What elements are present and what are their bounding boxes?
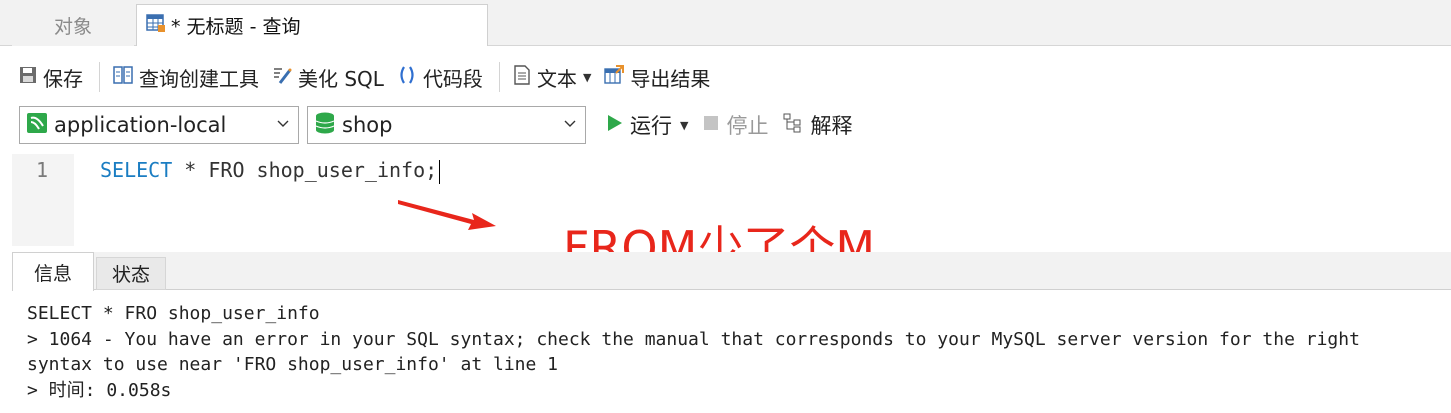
explain-button[interactable]: 解释 [782,110,852,140]
export-results-label: 导出结果 [630,66,711,91]
sql-code-line[interactable]: SELECT * FRO shop_user_info; [100,158,441,184]
stop-label: 停止 [726,114,769,138]
database-icon [314,111,336,140]
run-label: 运行 [630,114,672,138]
save-button[interactable]: 保存 [18,63,83,92]
chevron-down-icon [564,120,576,127]
sql-code-rest: * FRO shop_user_info; [172,158,438,182]
result-tab-bar: 信息 状态 [12,252,1451,291]
tab-query-label: * 无标题 - 查询 [171,16,301,38]
annotation-arrow-icon [398,200,496,230]
toolbar-divider [99,62,100,92]
text-cursor [439,159,441,184]
stop-icon [702,113,720,137]
query-grid-icon [145,12,167,39]
result-line-error-cont: syntax to use near 'FRO shop_user_info' … [27,354,559,375]
code-snippet-icon [396,64,418,91]
connection-row: application-local shop 运行 ▼ 停止 解释 [0,104,1451,146]
text-view-label: 文本 [536,66,577,91]
code-snippet-label: 代码段 [422,66,483,91]
export-results-icon [603,64,625,91]
code-snippet-button[interactable]: 代码段 [396,63,483,92]
line-number-gutter: 1 [12,154,74,246]
beautify-brush-icon [271,64,293,91]
database-value: shop [342,113,393,137]
tab-query-untitled[interactable]: * 无标题 - 查询 [136,4,488,46]
mysql-connection-icon [26,112,48,139]
chevron-down-icon[interactable]: ▼ [680,119,688,132]
tab-info-label: 信息 [33,262,72,285]
query-toolbar: 保存 查询创建工具 美化 SQL 代码段 文本 ▼ 导出结果 [0,56,1451,98]
result-line-query: SELECT * FRO shop_user_info [27,303,320,324]
tab-status-label: 状态 [111,264,150,286]
connection-select[interactable]: application-local [19,106,299,144]
beautify-sql-button[interactable]: 美化 SQL [271,63,384,92]
chevron-down-icon [277,120,289,127]
tab-objects[interactable]: 对象 [12,4,134,46]
query-builder-icon [112,64,134,91]
export-results-button[interactable]: 导出结果 [603,63,710,92]
line-number: 1 [35,158,49,182]
save-icon [18,65,38,90]
explain-label: 解释 [810,114,853,138]
sql-keyword-select: SELECT [100,158,173,182]
result-line-error: > 1064 - You have an error in your SQL s… [27,328,1360,350]
text-document-icon [512,64,532,91]
tab-status[interactable]: 状态 [96,257,166,290]
run-button[interactable]: 运行 ▼ [606,110,688,140]
beautify-sql-label: 美化 SQL [298,66,384,91]
text-view-button[interactable]: 文本 ▼ [512,63,591,92]
database-select[interactable]: shop [307,106,586,144]
explain-tree-icon [782,112,804,139]
save-label: 保存 [43,66,83,91]
query-builder-label: 查询创建工具 [139,66,259,91]
play-icon [606,113,624,138]
result-line-time: > 时间: 0.058s [27,379,172,401]
query-builder-button[interactable]: 查询创建工具 [112,63,259,92]
chevron-down-icon[interactable]: ▼ [583,71,591,84]
toolbar-divider [498,62,500,92]
editor-tab-bar: 对象 * 无标题 - 查询 [0,0,1451,46]
result-message-panel: SELECT * FRO shop_user_info > 1064 - You… [12,291,1451,413]
tab-objects-label: 对象 [53,15,92,38]
stop-button[interactable]: 停止 [702,110,768,140]
tab-info[interactable]: 信息 [12,252,94,291]
connection-value: application-local [54,113,227,137]
